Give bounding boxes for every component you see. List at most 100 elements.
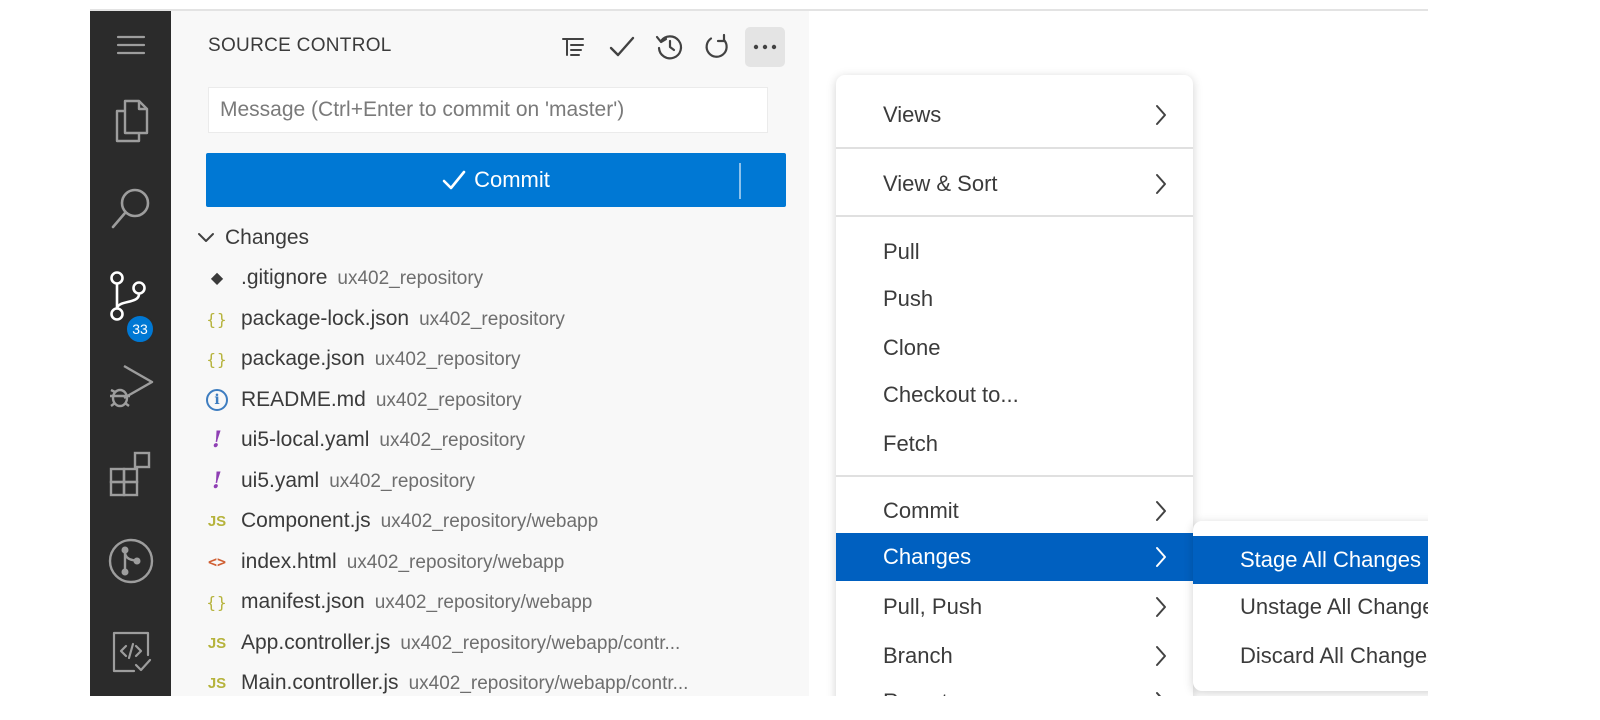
- changed-file-row[interactable]: <> index.html ux402_repository/webapp: [171, 542, 809, 582]
- file-name: App.controller.js ux402_repository/webapp…: [241, 631, 680, 655]
- yaml-icon: !: [212, 427, 222, 453]
- extensions-button[interactable]: [90, 443, 171, 503]
- changed-file-row[interactable]: ! ui5.yaml ux402_repository: [171, 461, 809, 501]
- refresh-button[interactable]: [697, 27, 737, 67]
- source-control-button[interactable]: 33: [90, 267, 171, 344]
- menu-item-remote[interactable]: Remote: [836, 678, 1193, 696]
- file-path: ux402_repository: [379, 430, 526, 451]
- file-path: ux402_repository/webapp: [346, 552, 565, 573]
- menu-item-label: Clone: [883, 335, 941, 360]
- run-debug-button[interactable]: [90, 355, 171, 415]
- tree-view-icon: [562, 38, 584, 56]
- chevron-right-icon: [1156, 692, 1162, 696]
- js-icon: JS: [207, 674, 227, 692]
- submenu-item-label: Stage All Changes: [1240, 547, 1422, 572]
- submenu-item-discard-all-changes[interactable]: Discard All Changes: [1193, 632, 1428, 680]
- files-icon: [115, 99, 148, 143]
- changed-file-row[interactable]: {} package-lock.json ux402_repository: [171, 299, 809, 339]
- file-path: ux402_repository: [337, 268, 484, 289]
- file-name-text: manifest.json: [241, 590, 365, 613]
- menu-item-changes[interactable]: Changes: [836, 533, 1193, 581]
- file-name-text: package.json: [241, 347, 365, 370]
- vscode-window: 33 SOURCE CONTROL Message (Ctrl+Enter to…: [90, 11, 1428, 696]
- sap-tools-button[interactable]: [90, 621, 171, 681]
- file-path: ux402_repository: [419, 309, 565, 330]
- menu-item-clone[interactable]: Clone: [836, 324, 1193, 372]
- file-name: package.json ux402_repository: [241, 347, 521, 371]
- chevron-right-icon: [1156, 597, 1166, 617]
- file-path: ux402_repository/webapp/contr...: [400, 633, 681, 654]
- file-name-text: index.html: [241, 550, 337, 573]
- changed-file-row[interactable]: JS App.controller.js ux402_repository/weba…: [171, 623, 809, 663]
- menu-item-label: Views: [883, 102, 942, 127]
- file-name: manifest.json ux402_repository/webapp: [241, 590, 592, 614]
- menu-item-pull[interactable]: Pull: [836, 228, 1193, 276]
- file-name: README.md ux402_repository: [241, 388, 522, 412]
- submenu-item-label: Unstage All Changes: [1240, 594, 1428, 619]
- file-name: index.html ux402_repository/webapp: [241, 550, 564, 574]
- file-name-text: App.controller.js: [241, 631, 391, 654]
- commit-button[interactable]: Commit: [206, 153, 786, 207]
- changed-file-row[interactable]: {} package.json ux402_repository: [171, 339, 809, 379]
- menu-button[interactable]: [90, 15, 171, 75]
- history-icon: [655, 35, 683, 60]
- menu-item-fetch[interactable]: Fetch: [836, 420, 1193, 468]
- js-icon: JS: [207, 634, 227, 652]
- menu-item-branch[interactable]: Branch: [836, 632, 1193, 680]
- commit-check-button[interactable]: [602, 27, 642, 67]
- menu-item-label: Branch: [883, 643, 953, 668]
- menu-item-checkout-to[interactable]: Checkout to...: [836, 371, 1193, 419]
- menu-item-label: View & Sort: [883, 171, 998, 196]
- more-actions-button[interactable]: [745, 27, 785, 67]
- changes-section-header[interactable]: Changes: [197, 223, 309, 253]
- menu-item-views[interactable]: Views: [836, 91, 1193, 139]
- extensions-icon: [109, 451, 150, 497]
- chevron-right-icon: [1156, 105, 1166, 125]
- panel-title: SOURCE CONTROL: [208, 35, 392, 56]
- json-icon: {}: [206, 309, 228, 329]
- changed-file-row[interactable]: ! ui5-local.yaml ux402_repository: [171, 420, 809, 460]
- file-path: ux402_repository: [375, 390, 522, 411]
- view-as-tree-button[interactable]: [553, 27, 593, 67]
- changed-file-row[interactable]: JS Component.js ux402_repository/webapp: [171, 501, 809, 541]
- git-graph-button[interactable]: [90, 531, 171, 591]
- menu-item-label: Fetch: [883, 431, 939, 456]
- menu-item-label: Commit: [883, 498, 959, 523]
- menu-separator: [836, 147, 1193, 149]
- changed-file-row[interactable]: JS Main.controller.js ux402_repository/web…: [171, 663, 809, 696]
- file-name-text: Component.js: [241, 509, 371, 532]
- commit-message-input[interactable]: Message (Ctrl+Enter to commit on 'master…: [208, 87, 768, 133]
- changes-submenu: Stage All Changes Unstage All Changes Disc…: [1193, 521, 1428, 691]
- changed-file-row[interactable]: i README.md ux402_repository: [171, 380, 809, 420]
- code-check-icon: [112, 631, 151, 673]
- submenu-item-stage-all-changes[interactable]: Stage All Changes: [1193, 536, 1428, 584]
- history-button[interactable]: [650, 27, 690, 67]
- file-name-text: .gitignore: [241, 266, 328, 289]
- changed-file-row[interactable]: ◆ .gitignore ux402_repository: [171, 258, 809, 298]
- search-button[interactable]: [90, 179, 171, 239]
- menu-item-label: Changes: [883, 544, 972, 569]
- menu-item-view-sort[interactable]: View & Sort: [836, 160, 1193, 208]
- file-name-text: package-lock.json: [241, 307, 410, 330]
- submenu-item-unstage-all-changes[interactable]: Unstage All Changes: [1193, 583, 1428, 631]
- changed-file-row[interactable]: {} manifest.json ux402_repository/webapp: [171, 582, 809, 622]
- json-icon: {}: [206, 592, 228, 612]
- chevron-right-icon: [1156, 547, 1166, 567]
- menu-item-commit[interactable]: Commit: [836, 487, 1193, 535]
- file-path: ux402_repository/webapp/contr...: [408, 673, 689, 694]
- chevron-down-icon: [198, 233, 214, 242]
- explorer-button[interactable]: [90, 91, 171, 151]
- menu-separator: [836, 215, 1193, 217]
- yaml-icon: !: [212, 468, 222, 494]
- menu-item-label: Pull, Push: [883, 594, 983, 619]
- menu-item-label: Push: [883, 286, 934, 311]
- js-icon: JS: [207, 512, 227, 530]
- menu-item-label: Remote: [883, 689, 960, 696]
- info-icon: i: [206, 389, 228, 411]
- menu-item-pull-push[interactable]: Pull, Push: [836, 583, 1193, 631]
- menu-item-push[interactable]: Push: [836, 275, 1193, 323]
- file-name: Component.js ux402_repository/webapp: [241, 509, 598, 533]
- file-name: ui5-local.yaml ux402_repository: [241, 428, 525, 452]
- commit-split-divider: [739, 163, 741, 199]
- chevron-right-icon: [1156, 501, 1166, 521]
